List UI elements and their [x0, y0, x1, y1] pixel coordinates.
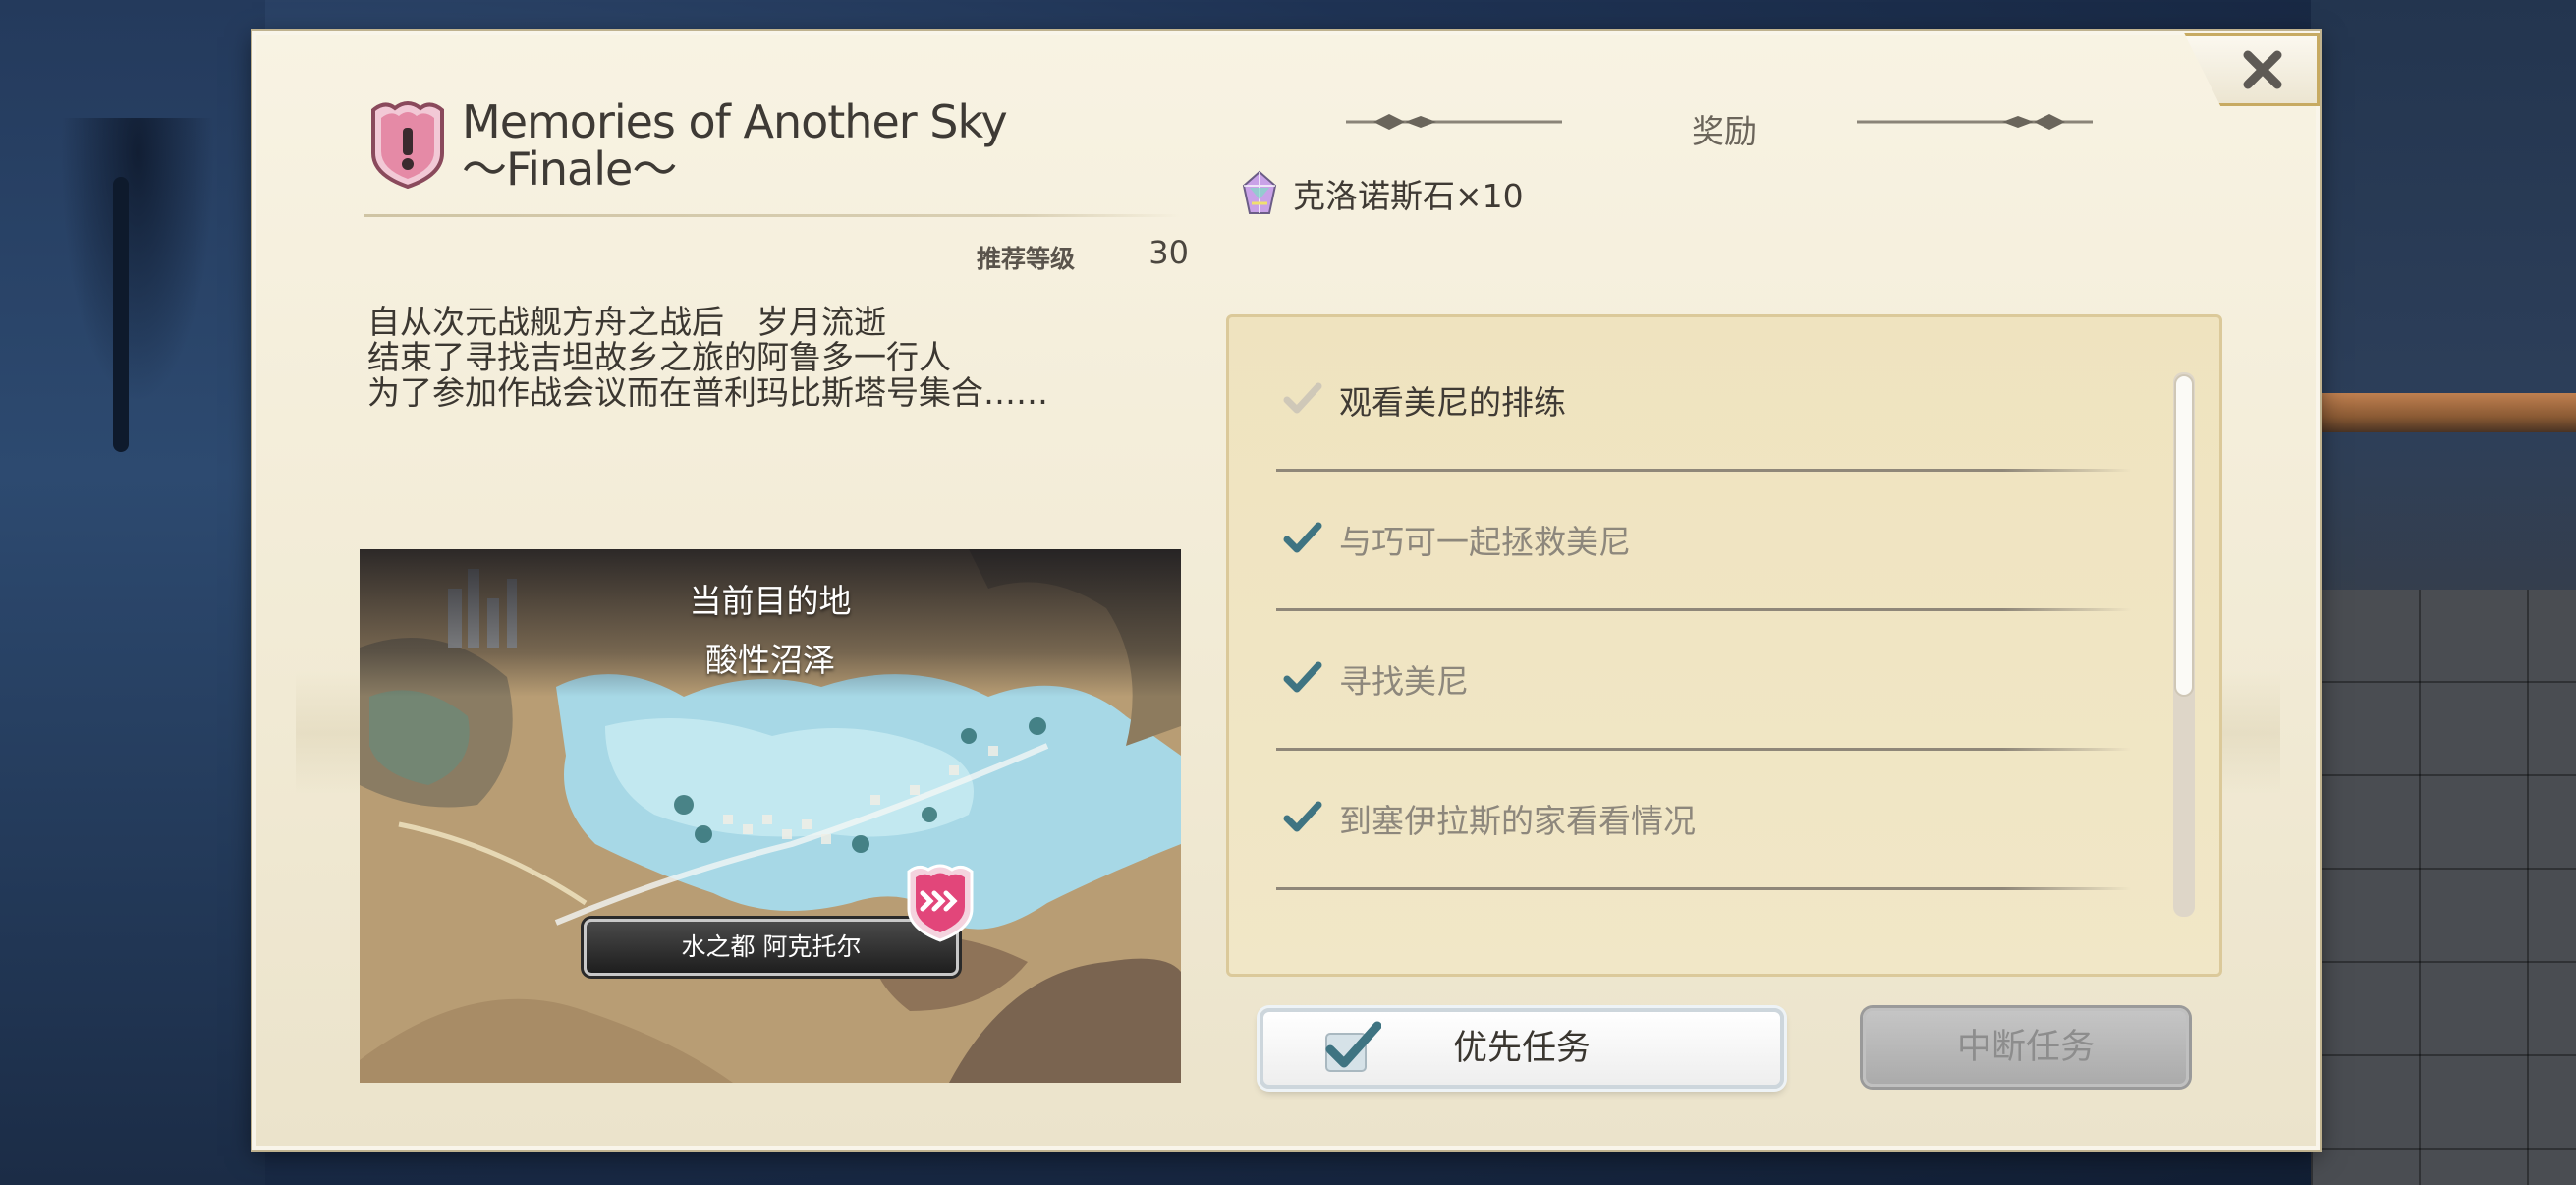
- quest-location-marker-icon: [907, 864, 974, 942]
- task-divider: [1276, 887, 2131, 890]
- quest-title: Memories of Another Sky 〜Finale〜: [462, 98, 1169, 193]
- reward-title: 奖励: [1692, 112, 1757, 150]
- quest-title-text: Memories of Another Sky 〜Finale〜: [462, 95, 1008, 196]
- chronos-stone-icon: [1242, 170, 1277, 214]
- quest-story-text: 自从次元战舰方舟之战后 岁月流逝 结束了寻找吉坦故乡之旅的阿鲁多一行人 为了参加…: [367, 303, 1048, 412]
- task-label: 到塞伊拉斯的家看看情况: [1339, 802, 1696, 840]
- abort-task-button[interactable]: 中断任务: [1863, 1008, 2189, 1087]
- reward-item: 克洛诺斯石×10: [1240, 169, 1524, 218]
- check-icon-done: [1283, 801, 1322, 832]
- task-divider: [1276, 469, 2131, 472]
- scrollbar-thumb[interactable]: [2174, 374, 2194, 697]
- task-list-panel: 观看美尼的排练 与巧可一起拯救美尼 寻找美尼 到塞伊拉斯的家看看情况: [1226, 314, 2222, 977]
- check-icon-done: [1283, 661, 1322, 693]
- task-label: 与巧可一起拯救美尼: [1339, 523, 1631, 561]
- recommended-level-value: 30: [1148, 234, 1189, 271]
- background-floor-tiles: [2311, 590, 2576, 1185]
- destination-label: 当前目的地: [689, 582, 852, 620]
- check-icon-done: [1283, 522, 1322, 553]
- task-list-scrollbar[interactable]: [2173, 372, 2195, 917]
- title-divider: [364, 214, 1181, 217]
- background-rail: [2311, 393, 2576, 432]
- destination-map[interactable]: 当前目的地 酸性沼泽 水之都 阿克托尔: [360, 549, 1181, 1083]
- reward-item-text: 克洛诺斯石×10: [1293, 177, 1524, 215]
- quest-alert-icon: [371, 101, 444, 189]
- task-item[interactable]: 寻找美尼: [1229, 648, 2219, 787]
- task-divider: [1276, 748, 2131, 751]
- priority-task-button[interactable]: 优先任务: [1260, 1008, 1784, 1089]
- task-divider: [1276, 608, 2131, 611]
- priority-task-label: 优先任务: [1452, 1029, 1591, 1068]
- task-list[interactable]: 观看美尼的排练 与巧可一起拯救美尼 寻找美尼 到塞伊拉斯的家看看情况: [1229, 368, 2219, 927]
- task-item[interactable]: 到塞伊拉斯的家看看情况: [1229, 787, 2219, 927]
- task-item[interactable]: 观看美尼的排练: [1229, 368, 2219, 508]
- palm-tree-silhouette: [39, 118, 236, 472]
- destination-name: 酸性沼泽: [705, 641, 835, 679]
- recommended-level-label: 推荐等级: [977, 245, 1076, 273]
- check-icon-pending: [1283, 382, 1322, 414]
- palm-trunk: [113, 177, 129, 452]
- close-icon: [2243, 50, 2282, 89]
- task-item[interactable]: 与巧可一起拯救美尼: [1229, 508, 2219, 648]
- task-label: 寻找美尼: [1339, 662, 1469, 701]
- task-label: 观看美尼的排练: [1339, 383, 1566, 422]
